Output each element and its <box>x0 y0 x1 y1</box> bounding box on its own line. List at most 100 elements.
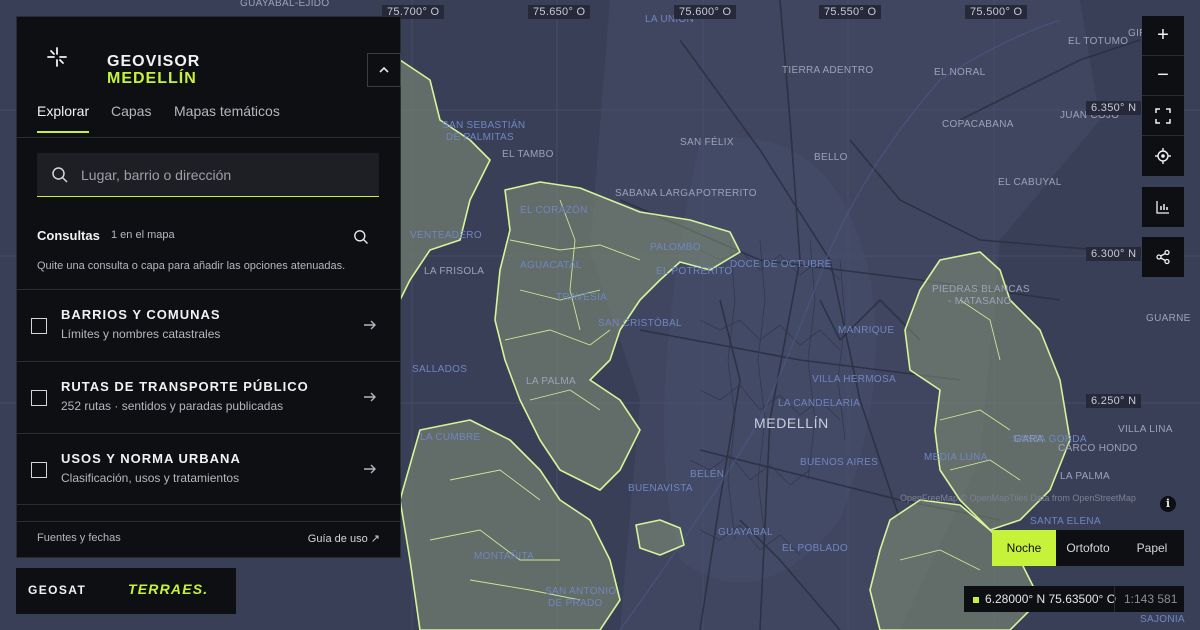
svg-text:EL CORAZÓN: EL CORAZÓN <box>520 203 588 216</box>
basemap-ortofoto[interactable]: Ortofoto <box>1056 530 1120 566</box>
svg-text:SAN SEBASTIÁN: SAN SEBASTIÁN <box>442 118 525 131</box>
svg-text:SAJONIA: SAJONIA <box>1140 614 1185 625</box>
svg-text:BELLO: BELLO <box>814 152 848 163</box>
basemap-switcher: Noche Ortofoto Papel <box>992 530 1184 566</box>
svg-text:AGUACATAL: AGUACATAL <box>520 260 582 271</box>
svg-text:SALLADOS: SALLADOS <box>412 364 467 375</box>
divider <box>1114 586 1115 612</box>
layer-subtitle: Clasificación, usos y tratamientos <box>61 471 240 485</box>
consultas-count: 1 en el mapa <box>111 229 175 241</box>
status-dot <box>973 597 979 603</box>
guide-link[interactable]: Guía de uso ↗ <box>308 532 380 545</box>
arrow-right-icon[interactable] <box>363 390 377 404</box>
svg-text:EL CABUYAL: EL CABUYAL <box>998 177 1062 188</box>
svg-text:SAN CRISTÓBAL: SAN CRISTÓBAL <box>598 316 682 329</box>
layer-title: BARRIOS Y COMUNAS <box>61 307 221 322</box>
layer-list: BARRIOS Y COMUNAS Límites y nombres cata… <box>17 289 400 505</box>
consultas-search-icon[interactable] <box>353 229 369 245</box>
chevron-up-icon <box>379 66 389 73</box>
brand-subtitle: MEDELLÍN <box>107 70 197 87</box>
side-panel: GEOVISOR MEDELLÍN Explorar Capas Mapas t… <box>16 16 401 558</box>
layer-checkbox[interactable] <box>31 318 47 334</box>
bar-chart-icon <box>1156 201 1169 214</box>
plus-icon: + <box>1157 24 1169 46</box>
layer-checkbox[interactable] <box>31 390 47 406</box>
svg-text:SANTA GORDA: SANTA GORDA <box>1012 434 1087 445</box>
lon-tick: 75.600° O <box>674 5 737 19</box>
svg-text:LA PALMA: LA PALMA <box>526 376 576 387</box>
map-attribution[interactable]: OpenFreeMap © OpenMapTiles Data from Ope… <box>900 493 1136 503</box>
layer-item-barrios[interactable]: BARRIOS Y COMUNAS Límites y nombres cata… <box>17 289 400 361</box>
share-control <box>1142 237 1184 277</box>
svg-text:LA PALMA: LA PALMA <box>1060 471 1110 482</box>
svg-text:VILLA HERMOSA: VILLA HERMOSA <box>812 374 896 385</box>
svg-text:MONTAÑITA: MONTAÑITA <box>474 549 534 562</box>
svg-text:LA CUMBRE: LA CUMBRE <box>420 432 481 443</box>
search-box <box>37 153 379 197</box>
coordinate-readout: 6.28000° N 75.63500° O 1:143 581 <box>964 586 1184 612</box>
zoom-in-button[interactable]: + <box>1142 16 1184 56</box>
svg-text:LA CANDELARIA: LA CANDELARIA <box>778 398 860 409</box>
svg-text:EL POBLADO: EL POBLADO <box>782 543 848 554</box>
arrow-right-icon[interactable] <box>363 462 377 476</box>
terraes-logo: TERRAES. <box>128 581 209 597</box>
lon-tick: 75.500° O <box>965 5 1028 19</box>
layer-subtitle: 252 rutas · sentidos y paradas publicada… <box>61 399 284 413</box>
layer-title: RUTAS DE TRANSPORTE PÚBLICO <box>61 379 309 394</box>
info-icon[interactable]: i <box>1160 496 1176 512</box>
consultas-title: Consultas <box>37 228 100 243</box>
svg-text:- MATASANO: - MATASANO <box>948 296 1012 307</box>
layer-checkbox[interactable] <box>31 462 47 478</box>
chart-control <box>1142 187 1184 227</box>
basemap-noche[interactable]: Noche <box>992 530 1056 566</box>
svg-text:PALOMBO: PALOMBO <box>650 242 701 253</box>
share-button[interactable] <box>1142 237 1184 277</box>
svg-text:POTRERITO: POTRERITO <box>696 188 757 199</box>
svg-text:BUENOS AIRES: BUENOS AIRES <box>800 457 878 468</box>
svg-text:DE PRADO: DE PRADO <box>548 598 603 609</box>
svg-text:EL TAMBO: EL TAMBO <box>502 149 554 160</box>
svg-text:PIEDRAS BLANCAS: PIEDRAS BLANCAS <box>932 284 1030 295</box>
locate-button[interactable] <box>1142 136 1184 176</box>
svg-text:DE PALMITAS: DE PALMITAS <box>446 132 514 143</box>
svg-text:COPACABANA: COPACABANA <box>942 119 1014 130</box>
svg-text:VILLA LINA: VILLA LINA <box>1118 424 1173 435</box>
svg-text:LA FRISOLA: LA FRISOLA <box>424 266 484 277</box>
svg-text:GUAYABAL-EJIDO: GUAYABAL-EJIDO <box>240 0 329 9</box>
tab-mapas-tematicos[interactable]: Mapas temáticos <box>174 103 280 131</box>
svg-text:BUENAVISTA: BUENAVISTA <box>628 483 693 494</box>
collapse-panel-button[interactable] <box>367 53 401 87</box>
basemap-papel[interactable]: Papel <box>1120 530 1184 566</box>
fullscreen-button[interactable] <box>1142 96 1184 136</box>
svg-text:DOCE DE OCTUBRE: DOCE DE OCTUBRE <box>730 259 832 270</box>
tab-capas[interactable]: Capas <box>111 103 151 131</box>
svg-text:GUAYABAL: GUAYABAL <box>718 527 773 538</box>
statistics-button[interactable] <box>1142 187 1184 227</box>
svg-text:SANTA ELENA: SANTA ELENA <box>1030 516 1101 527</box>
zoom-out-button[interactable]: − <box>1142 56 1184 96</box>
share-icon <box>1156 249 1170 265</box>
search-input[interactable] <box>79 161 373 189</box>
cursor-coordinates: 6.28000° N 75.63500° O <box>985 592 1117 606</box>
geosat-logo: GEOSAT <box>28 583 87 597</box>
layer-item-rutas[interactable]: RUTAS DE TRANSPORTE PÚBLICO 252 rutas · … <box>17 361 400 433</box>
arrow-right-icon[interactable] <box>363 318 377 332</box>
svg-text:EL TOTUMO: EL TOTUMO <box>1068 36 1128 47</box>
brand-title: GEOVISOR <box>107 53 201 70</box>
sparkle-logo-icon <box>47 47 67 67</box>
consultas-hint: Quite una consulta o capa para añadir la… <box>37 260 346 272</box>
brand: GEOVISOR MEDELLÍN <box>37 35 401 95</box>
panel-tabs: Explorar Capas Mapas temáticos <box>17 97 400 138</box>
fullscreen-icon <box>1155 107 1171 124</box>
svg-text:VENTEADERO: VENTEADERO <box>410 230 482 241</box>
svg-text:MEDIA LUNA: MEDIA LUNA <box>924 452 988 463</box>
layer-item-usos[interactable]: USOS Y NORMA URBANA Clasificación, usos … <box>17 433 400 505</box>
panel-footer: Fuentes y fechas Guía de uso ↗ <box>17 521 400 558</box>
sources-link[interactable]: Fuentes y fechas <box>37 532 121 544</box>
layer-subtitle: Límites y nombres catastrales <box>61 327 221 341</box>
svg-text:EL NORAL: EL NORAL <box>934 67 986 78</box>
crosshair-icon <box>1155 148 1171 164</box>
map-scale: 1:143 581 <box>1124 592 1178 606</box>
tab-explorar[interactable]: Explorar <box>37 103 90 133</box>
svg-text:SABANA LARGA: SABANA LARGA <box>615 188 695 199</box>
